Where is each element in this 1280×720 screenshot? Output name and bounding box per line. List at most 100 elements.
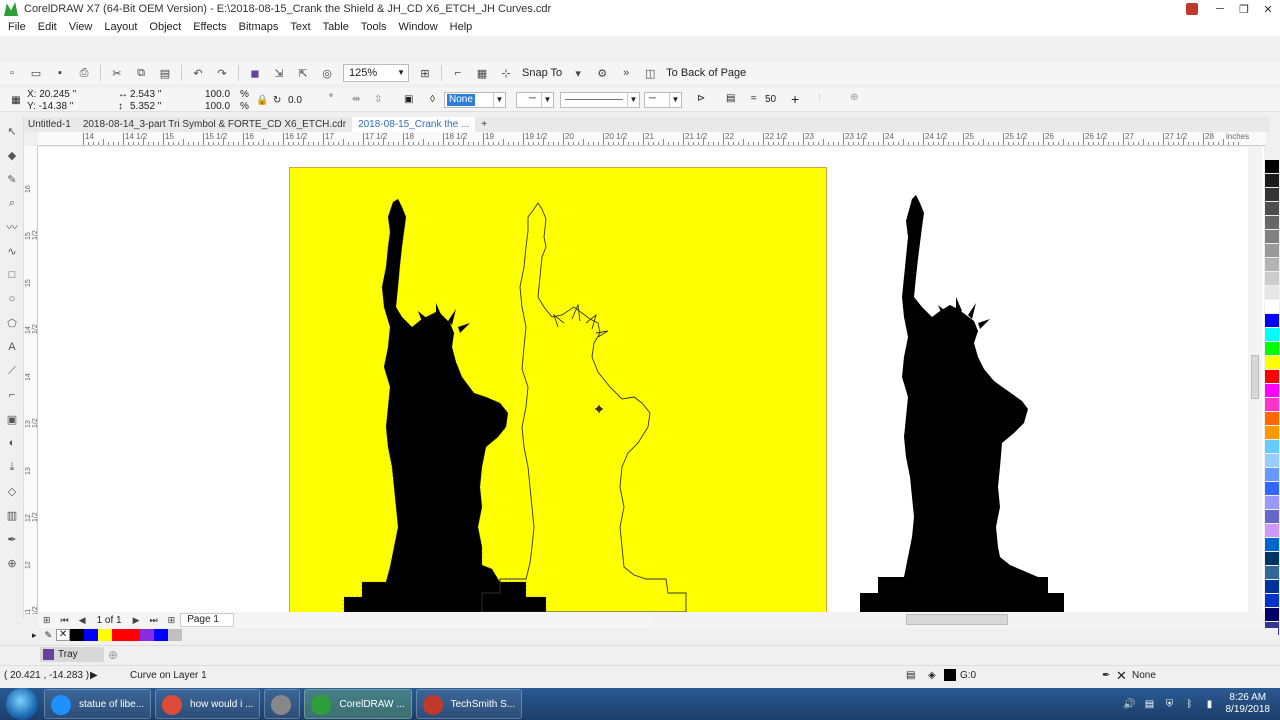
page-tab[interactable]: Page 1: [180, 613, 234, 627]
palette-swatch[interactable]: [1265, 286, 1279, 300]
palette-swatch[interactable]: [1265, 160, 1279, 174]
prev-page-icon[interactable]: ◀: [79, 615, 86, 626]
statue-silhouette-selected[interactable]: [343, 198, 547, 612]
palette-swatch[interactable]: [1265, 398, 1279, 412]
zoom-tool-icon[interactable]: ⌕: [3, 194, 21, 212]
add-node-icon[interactable]: +: [791, 91, 799, 107]
vertical-scrollbar[interactable]: [1248, 147, 1262, 612]
palette-swatch[interactable]: [1265, 328, 1279, 342]
artistic-media-icon[interactable]: ∿: [3, 242, 21, 260]
show-grid-icon[interactable]: ▦: [474, 65, 490, 81]
menu-edit[interactable]: Edit: [32, 21, 63, 33]
overflow-icon[interactable]: »: [618, 65, 634, 81]
menu-layout[interactable]: Layout: [98, 21, 143, 33]
add-toolbar-icon[interactable]: ⊕: [850, 92, 858, 103]
last-page-icon[interactable]: ⏭: [150, 615, 158, 626]
palette-swatch[interactable]: [1265, 510, 1279, 524]
drawing-canvas[interactable]: [38, 147, 1264, 612]
to-back-of-page-icon[interactable]: ◫: [642, 65, 658, 81]
document-palette-swatch[interactable]: [126, 629, 141, 641]
publish-pdf-icon[interactable]: ◎: [319, 65, 335, 81]
new-tab-plus-icon[interactable]: +: [475, 117, 493, 132]
volume-icon[interactable]: 🔊: [1123, 697, 1137, 711]
statue-silhouette-copy[interactable]: [860, 195, 1064, 612]
palette-swatch[interactable]: [1265, 188, 1279, 202]
palette-swatch[interactable]: [1265, 174, 1279, 188]
eyedropper-tool-icon[interactable]: ⤓: [3, 458, 21, 476]
palette-swatch[interactable]: [1265, 426, 1279, 440]
polygon-tool-icon[interactable]: ⬠: [3, 314, 21, 332]
maximize-button[interactable]: ❐: [1232, 0, 1256, 18]
start-arrowhead-select[interactable]: ─ ▼: [516, 92, 554, 108]
palette-swatch[interactable]: [1265, 412, 1279, 426]
palette-swatch[interactable]: [1265, 538, 1279, 552]
power-icon[interactable]: ▮: [1203, 697, 1217, 711]
palette-swatch[interactable]: [1265, 594, 1279, 608]
menu-view[interactable]: View: [63, 21, 99, 33]
document-palette-swatch[interactable]: [140, 629, 155, 641]
palette-swatch[interactable]: [1265, 496, 1279, 510]
rotation-angle-field[interactable]: 0.0: [288, 95, 302, 106]
freehand-tool-icon[interactable]: 〰: [3, 218, 21, 236]
mirror-horizontal-icon[interactable]: ⇹: [352, 94, 360, 105]
add-tray-icon[interactable]: ⊕: [108, 648, 118, 662]
reduce-nodes-icon[interactable]: ⁝: [818, 93, 821, 104]
palette-swatch[interactable]: [1265, 272, 1279, 286]
palette-swatch[interactable]: [1265, 566, 1279, 580]
horizontal-ruler[interactable]: 14 14 1/2 15 15 1/2 16 16 1/2 17 17 1/2 18 18 1/2…: [38, 132, 1266, 146]
taskbar-chrome[interactable]: how would i ...: [155, 689, 261, 719]
palette-swatch[interactable]: [1265, 342, 1279, 356]
parallel-dimension-icon[interactable]: ⟋: [3, 362, 21, 380]
statue-outline-shape[interactable]: [481, 202, 687, 612]
palette-swatch[interactable]: [1265, 454, 1279, 468]
ellipse-tool-icon[interactable]: ○: [3, 290, 21, 308]
minimize-button[interactable]: ─: [1208, 0, 1232, 18]
shape-tool-icon[interactable]: ◆: [3, 146, 21, 164]
add-tool-icon[interactable]: ⊕: [3, 554, 21, 572]
cut-icon[interactable]: ✂: [109, 65, 125, 81]
palette-swatch[interactable]: [1265, 314, 1279, 328]
bluetooth-icon[interactable]: ᛒ: [1183, 697, 1197, 711]
scale-height-field[interactable]: 100.0: [205, 101, 230, 112]
options-icon[interactable]: ⚙: [594, 65, 610, 81]
palette-arrow-icon[interactable]: ▸: [32, 630, 37, 641]
crop-tool-icon[interactable]: ✎: [3, 170, 21, 188]
open-icon[interactable]: ▭: [28, 65, 44, 81]
no-color-swatch[interactable]: ✕: [56, 629, 71, 641]
transparency-tool-icon[interactable]: ◐: [3, 434, 21, 452]
search-content-icon[interactable]: ◼: [247, 65, 263, 81]
tab-untitled[interactable]: Untitled-1: [22, 117, 77, 132]
save-icon[interactable]: ▪: [52, 65, 68, 81]
vertical-scroll-thumb[interactable]: [1251, 355, 1259, 399]
system-clock[interactable]: 8:26 AM 8/19/2018: [1226, 692, 1271, 716]
palette-swatch[interactable]: [1265, 202, 1279, 216]
horizontal-scrollbar[interactable]: [650, 612, 1264, 628]
tab-crank-shield[interactable]: 2018-08-15_Crank the ...: [352, 117, 476, 132]
eyedropper-icon[interactable]: ✎: [45, 630, 53, 641]
menu-file[interactable]: File: [2, 21, 32, 33]
document-palette-swatch[interactable]: [98, 629, 113, 641]
close-button[interactable]: ✕: [1256, 0, 1280, 18]
document-palette-swatch[interactable]: [70, 629, 85, 641]
new-document-icon[interactable]: ▫: [4, 65, 20, 81]
pick-tool-icon[interactable]: ↖: [3, 122, 21, 140]
line-style-select[interactable]: ▼: [560, 92, 640, 108]
palette-swatch[interactable]: [1265, 608, 1279, 622]
snap-to-menu[interactable]: Snap To: [522, 67, 562, 79]
add-page-icon[interactable]: ⊞: [168, 615, 176, 626]
palette-swatch[interactable]: [1265, 468, 1279, 482]
curve-smoothing-field[interactable]: 50: [765, 94, 776, 105]
document-palette-swatch[interactable]: [168, 629, 183, 641]
rectangle-tool-icon[interactable]: □: [3, 266, 21, 284]
to-back-of-page-button[interactable]: To Back of Page: [666, 67, 746, 79]
document-palette-swatch[interactable]: [112, 629, 127, 641]
palette-swatch[interactable]: [1265, 580, 1279, 594]
drop-shadow-icon[interactable]: ▣: [3, 410, 21, 428]
lock-ratio-icon[interactable]: 🔒: [256, 95, 268, 106]
scale-width-field[interactable]: 100.0: [205, 89, 230, 100]
taskbar-generic[interactable]: [264, 689, 301, 719]
show-guidelines-icon[interactable]: ⊹: [498, 65, 514, 81]
security-icon[interactable]: ⛨: [1163, 697, 1177, 711]
menu-bitmaps[interactable]: Bitmaps: [233, 21, 285, 33]
tab-tri-symbol[interactable]: 2018-08-14_3-part Tri Symbol & FORTE_CD …: [77, 117, 352, 132]
